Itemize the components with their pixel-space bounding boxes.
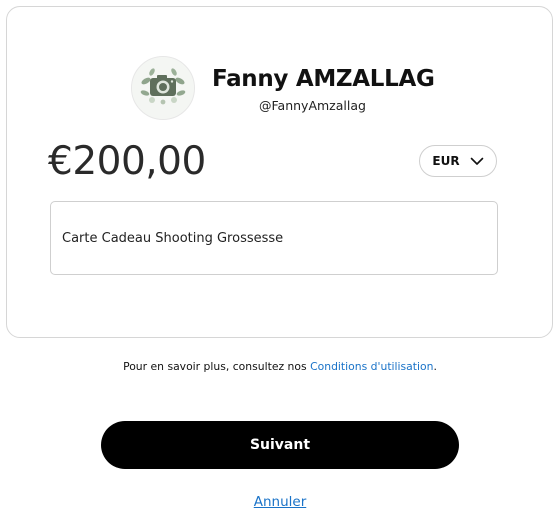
description-value: Carte Cadeau Shooting Grossesse — [62, 230, 284, 246]
amount-display: €200,00 — [48, 139, 206, 184]
description-field[interactable]: Carte Cadeau Shooting Grossesse — [50, 201, 498, 275]
currency-label: EUR — [432, 154, 460, 168]
camera-logo-icon — [132, 57, 194, 119]
chevron-down-icon — [470, 157, 483, 165]
cancel-link[interactable]: Annuler — [0, 494, 560, 510]
currency-select[interactable]: EUR — [419, 145, 497, 177]
merchant-handle: @FannyAmzallag — [259, 98, 366, 113]
next-button[interactable]: Suivant — [101, 421, 459, 469]
terms-link[interactable]: Conditions d'utilisation — [310, 360, 433, 373]
terms-notice: Pour en savoir plus, consultez nos Condi… — [0, 360, 560, 373]
merchant-name: Fanny AMZALLAG — [212, 66, 435, 92]
terms-suffix: . — [433, 360, 437, 373]
merchant-avatar — [131, 56, 195, 120]
terms-prefix: Pour en savoir plus, consultez nos — [123, 360, 311, 373]
